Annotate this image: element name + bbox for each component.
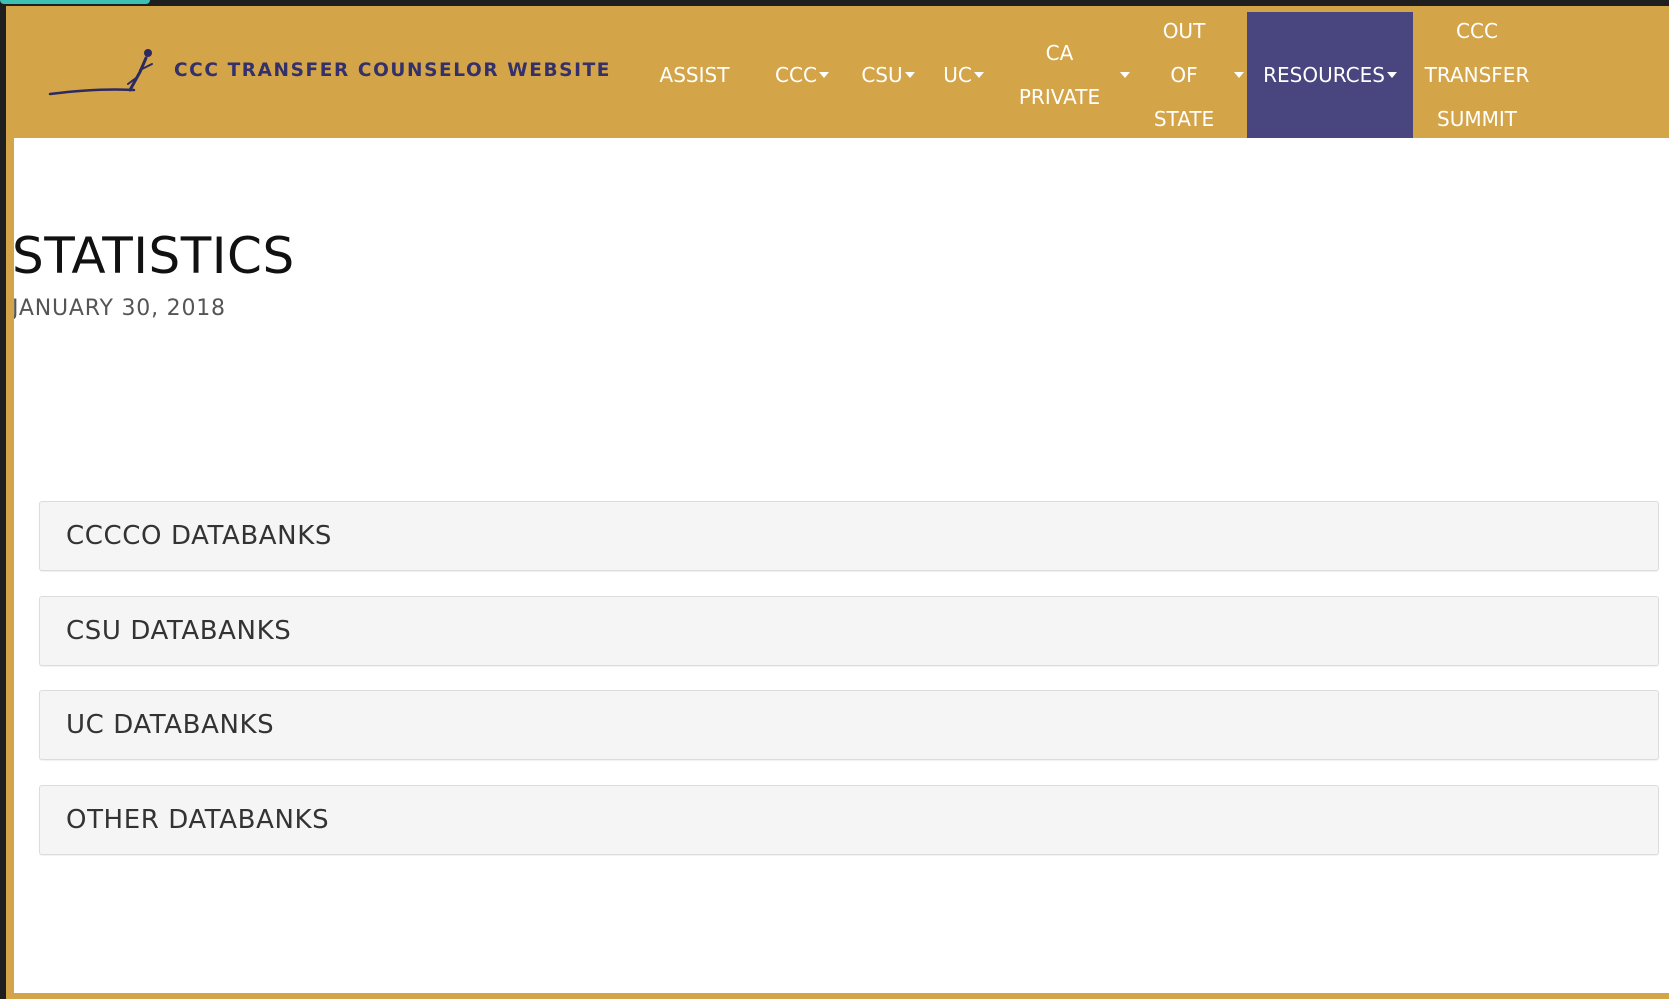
caret-down-icon <box>1234 72 1245 78</box>
page-title: STATISTICS <box>14 227 295 285</box>
nav-resources[interactable]: RESOURCES <box>1247 12 1413 138</box>
databank-panel-csu[interactable]: CSU DATABANKS <box>39 596 1659 666</box>
nav-resources-label: RESOURCES <box>1263 63 1385 87</box>
nav-csu-label: CSU <box>861 63 903 87</box>
nav-csu[interactable]: CSU <box>854 12 922 138</box>
caret-down-icon <box>1120 72 1131 78</box>
site-title[interactable]: CCC TRANSFER COUNSELOR WEBSITE <box>174 60 611 81</box>
caret-down-icon <box>818 72 829 78</box>
site-navbar: CCC TRANSFER COUNSELOR WEBSITE ASSIST CC… <box>14 12 1669 138</box>
caret-down-icon <box>973 72 984 78</box>
post-date: JANUARY 30, 2018 <box>14 296 226 321</box>
databank-panel-other[interactable]: OTHER DATABANKS <box>39 785 1659 855</box>
nav-assist[interactable]: ASSIST <box>647 12 742 138</box>
nav-uc[interactable]: UC <box>936 12 991 138</box>
databank-panel-label: OTHER DATABANKS <box>66 805 330 835</box>
databank-panel-label: CSU DATABANKS <box>66 616 292 646</box>
caret-down-icon <box>1386 72 1397 78</box>
nav-assist-label: ASSIST <box>659 63 730 87</box>
nav-out-of-state-label: OUT OF STATE <box>1153 19 1215 131</box>
nav-ccc-label: CCC <box>775 63 817 87</box>
nav-transfer-summit-label: CCC TRANSFER SUMMIT <box>1424 19 1530 131</box>
databank-panel-cccco[interactable]: CCCCO DATABANKS <box>39 501 1659 571</box>
nav-uc-label: UC <box>943 63 972 87</box>
databank-panel-label: CCCCO DATABANKS <box>66 521 332 551</box>
databank-panel-label: UC DATABANKS <box>66 710 275 740</box>
nav-out-of-state[interactable]: OUT OF STATE <box>1144 12 1254 138</box>
nav-ca-private-label: CA PRIVATE <box>1018 41 1101 109</box>
nav-ccc[interactable]: CCC <box>766 12 838 138</box>
nav-ca-private[interactable]: CA PRIVATE <box>1012 12 1137 138</box>
page-content: STATISTICS JANUARY 30, 2018 CCCCO DATABA… <box>14 138 1669 993</box>
databank-panel-uc[interactable]: UC DATABANKS <box>39 690 1659 760</box>
browser-tab-indicator <box>0 0 150 4</box>
nav-transfer-summit[interactable]: CCC TRANSFER SUMMIT <box>1417 12 1537 138</box>
runner-logo-icon[interactable] <box>48 46 158 102</box>
caret-down-icon <box>904 72 915 78</box>
